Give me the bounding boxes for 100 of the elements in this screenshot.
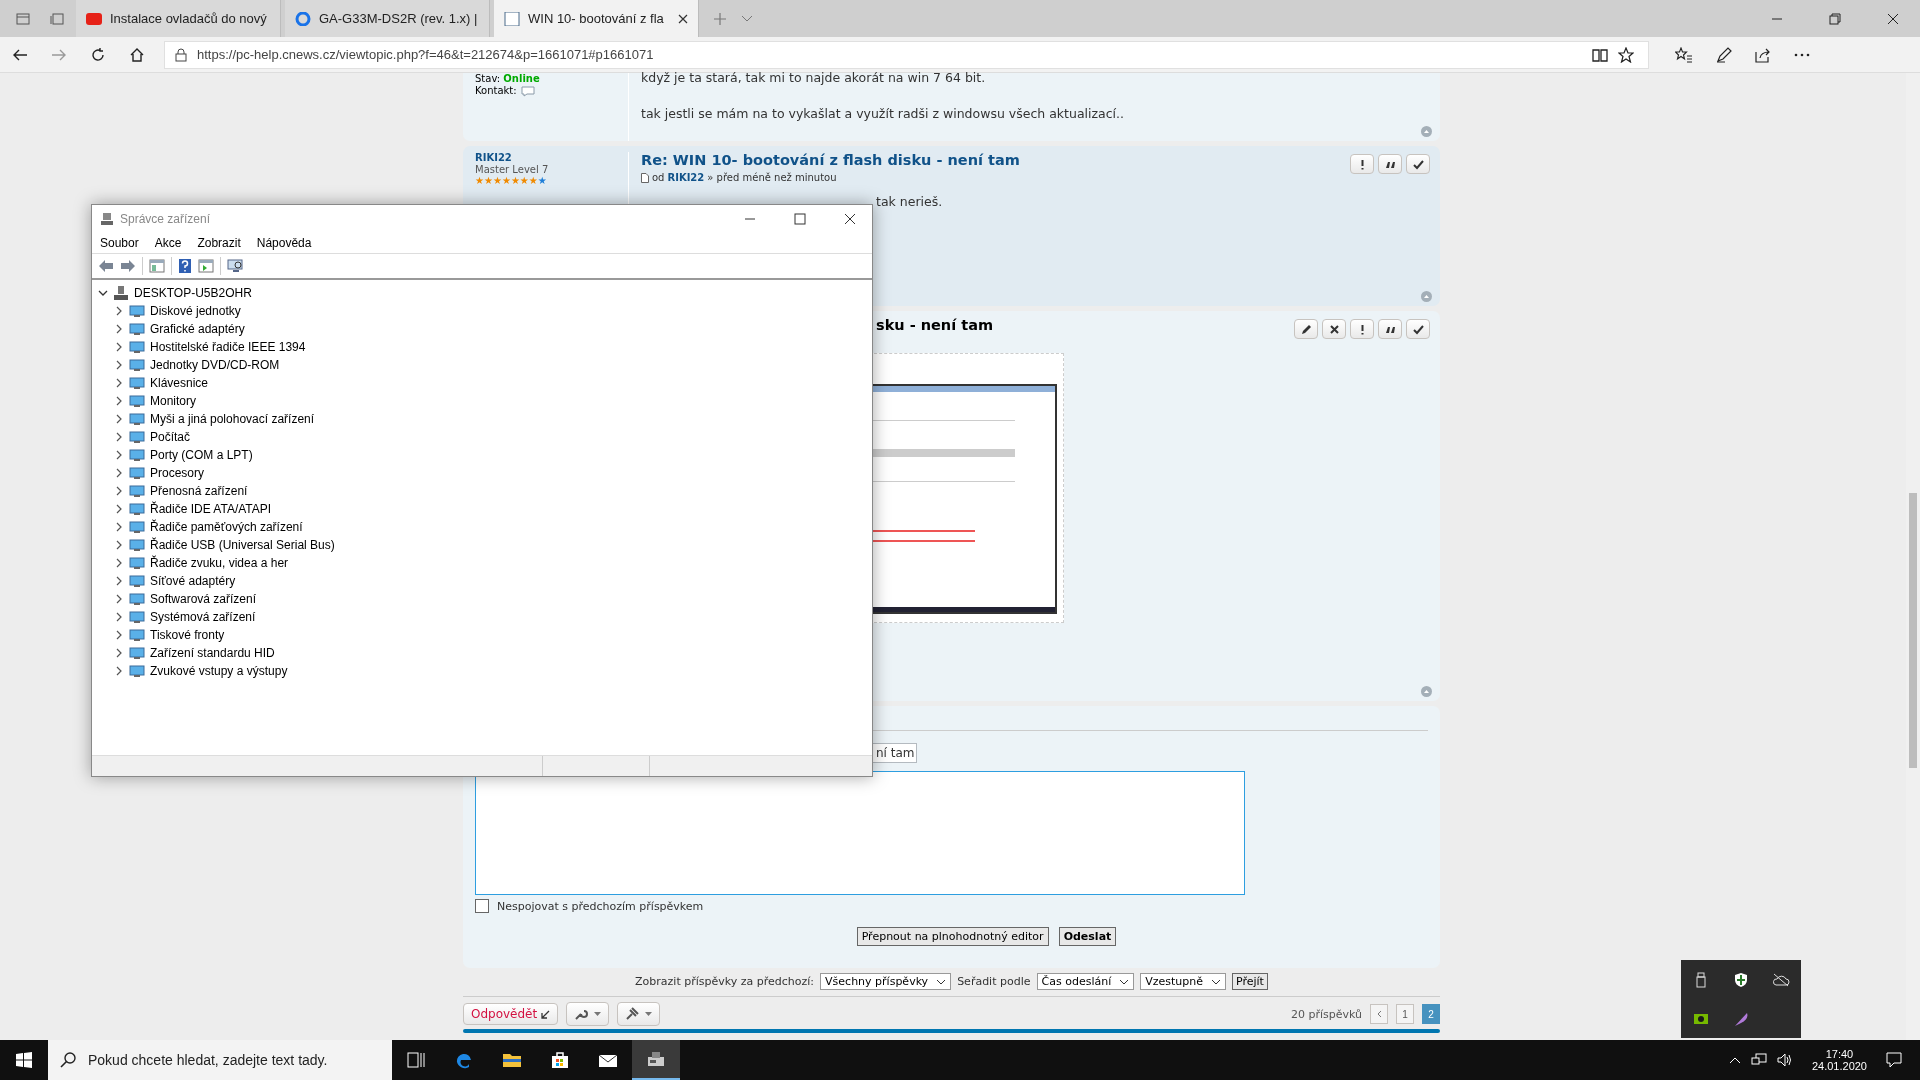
devices-taskbar-button[interactable]: [632, 1040, 680, 1080]
tree-item[interactable]: Grafické adaptéry: [92, 320, 872, 338]
refresh-icon[interactable]: [90, 46, 106, 63]
volume-icon[interactable]: [1776, 1053, 1793, 1067]
tree-item[interactable]: Monitory: [92, 392, 872, 410]
computer-icon: [113, 285, 129, 301]
post-title[interactable]: Re: WIN 10- bootování z flash disku - není tam: [641, 152, 1020, 168]
filter-label: Zobrazit příspěvky za předchozí:: [635, 975, 815, 988]
reading-view-icon[interactable]: [1592, 47, 1608, 62]
chevron-down-icon[interactable]: [741, 14, 753, 23]
close-icon[interactable]: [844, 213, 856, 225]
post-title[interactable]: sku - není tam: [876, 317, 994, 333]
shield-icon[interactable]: [1734, 971, 1748, 988]
tree-item[interactable]: Klávesnice: [92, 374, 872, 392]
delete-button[interactable]: [1322, 319, 1346, 339]
restore-icon[interactable]: [1829, 12, 1841, 25]
home-icon[interactable]: [129, 46, 145, 63]
close-tab-icon[interactable]: [678, 13, 688, 24]
usb-drive-icon[interactable]: [1694, 971, 1708, 988]
address-field[interactable]: https://pc-help.cnews.cz/viewtopic.php?f=46&t=212674&p=1661071#p1661071: [164, 40, 1649, 69]
device-icon: [129, 304, 145, 318]
tree-item[interactable]: Porty (COM a LPT): [92, 446, 872, 464]
menu-item[interactable]: Zobrazit: [197, 236, 241, 250]
reply-button[interactable]: Odpovědět: [463, 1003, 559, 1025]
close-icon[interactable]: [1887, 12, 1899, 25]
post-text: tak nerieš.: [876, 193, 944, 211]
help-icon[interactable]: [178, 258, 192, 274]
tree-item[interactable]: Tiskové fronty: [92, 626, 872, 644]
cloud-offline-icon[interactable]: [1772, 972, 1790, 987]
tree-item[interactable]: Zvukové vstupy a výstupy: [92, 662, 872, 680]
tree-item[interactable]: Síťové adaptéry: [92, 572, 872, 590]
page-button[interactable]: 1: [1396, 1004, 1414, 1024]
network-icon[interactable]: [1750, 1053, 1767, 1067]
submit-button[interactable]: Odeslat: [1058, 927, 1117, 946]
author-name[interactable]: RIKI22: [475, 152, 628, 164]
menu-item[interactable]: Nápověda: [256, 236, 312, 250]
tree-item[interactable]: Zařízení standardu HID: [92, 644, 872, 662]
menu-item[interactable]: Akce: [154, 236, 182, 250]
tree-item[interactable]: Přenosná zařízení: [92, 482, 872, 500]
author-link[interactable]: RIKI22: [667, 172, 705, 183]
menu-item[interactable]: Soubor: [100, 236, 139, 250]
subject-field[interactable]: ní tam: [873, 743, 917, 763]
go-button[interactable]: Přejít: [1232, 973, 1268, 990]
tree-item[interactable]: DESKTOP-U5B2OHR: [92, 284, 872, 302]
edit-button[interactable]: [1294, 319, 1318, 339]
tree-item[interactable]: Hostitelské řadiče IEEE 1394: [92, 338, 872, 356]
star-icon: ★: [537, 176, 547, 186]
tree-item[interactable]: Jednotky DVD/CD-ROM: [92, 356, 872, 374]
tree-item[interactable]: Počítač: [92, 428, 872, 446]
tree-item[interactable]: Systémová zařízení: [92, 608, 872, 626]
more-icon[interactable]: [1794, 52, 1810, 57]
checkbox[interactable]: [475, 899, 489, 913]
window-title: Správce zařízení: [120, 212, 211, 226]
chevron-left-icon: [1376, 1009, 1382, 1018]
browser-tab[interactable]: GA-G33M-DS2R (rev. 1.x) |: [285, 0, 490, 37]
tree-item[interactable]: Řadiče IDE ATA/ATAPI: [92, 500, 872, 518]
approve-button[interactable]: [1406, 319, 1430, 339]
back-arrow-icon[interactable]: [98, 259, 114, 273]
tree-item[interactable]: Myši a jiná polohovací zařízení: [92, 410, 872, 428]
browser-tab[interactable]: Instalace ovladačů do nový: [76, 0, 281, 37]
graphics-card-icon[interactable]: [1693, 1012, 1709, 1025]
moderator-button[interactable]: [617, 1002, 661, 1026]
tree-item[interactable]: Řadiče paměťových zařízení: [92, 518, 872, 536]
forward-arrow-icon[interactable]: [120, 259, 136, 273]
tools-button[interactable]: [566, 1002, 610, 1026]
pen-icon[interactable]: [1716, 46, 1732, 63]
order-select[interactable]: Vzestupně: [1140, 973, 1226, 990]
star-icon[interactable]: [1618, 46, 1634, 63]
share-icon[interactable]: [1755, 46, 1771, 63]
tree-item[interactable]: Procesory: [92, 464, 872, 482]
tree-item[interactable]: Diskové jednotky: [92, 302, 872, 320]
sort-select[interactable]: Čas odeslání: [1036, 973, 1135, 990]
notification-icon[interactable]: [1886, 1052, 1902, 1068]
monitor-scan-icon[interactable]: [227, 259, 245, 273]
favorites-icon[interactable]: [1675, 46, 1693, 63]
shopping-bag-icon: [549, 1050, 571, 1070]
action-pane-icon[interactable]: [198, 259, 214, 273]
period-select[interactable]: Všechny příspěvky: [820, 973, 952, 990]
browser-tab[interactable]: WIN 10- bootování z fla: [494, 0, 699, 37]
forward-icon[interactable]: [51, 47, 67, 62]
clock-date[interactable]: 24.01.2020: [1811, 1060, 1867, 1072]
tree-item[interactable]: Řadiče zvuku, videa a her: [92, 554, 872, 572]
tree-item[interactable]: Řadiče USB (Universal Serial Bus): [92, 536, 872, 554]
editor-button[interactable]: Přepnout na plnohodnotný editor: [856, 927, 1049, 946]
star-icon: ★: [475, 176, 484, 186]
clock-time[interactable]: 17:40: [1825, 1048, 1854, 1060]
maximize-icon[interactable]: [794, 213, 806, 225]
message-field[interactable]: [475, 771, 1245, 895]
windows-start-icon[interactable]: [16, 1052, 32, 1068]
back-icon[interactable]: [12, 47, 28, 62]
quote-button[interactable]: [1378, 319, 1402, 339]
caret-icon: [645, 1012, 653, 1016]
tree-item[interactable]: Softwarová zařízení: [92, 590, 872, 608]
approve-button[interactable]: [1406, 154, 1430, 174]
quote-button[interactable]: [1378, 154, 1402, 174]
device-icon: [129, 358, 145, 372]
chevron-up-icon[interactable]: [1728, 1056, 1741, 1064]
device-icon: [129, 376, 145, 390]
checkmark-icon: [1412, 323, 1424, 335]
tab-list-icon[interactable]: [16, 12, 30, 25]
